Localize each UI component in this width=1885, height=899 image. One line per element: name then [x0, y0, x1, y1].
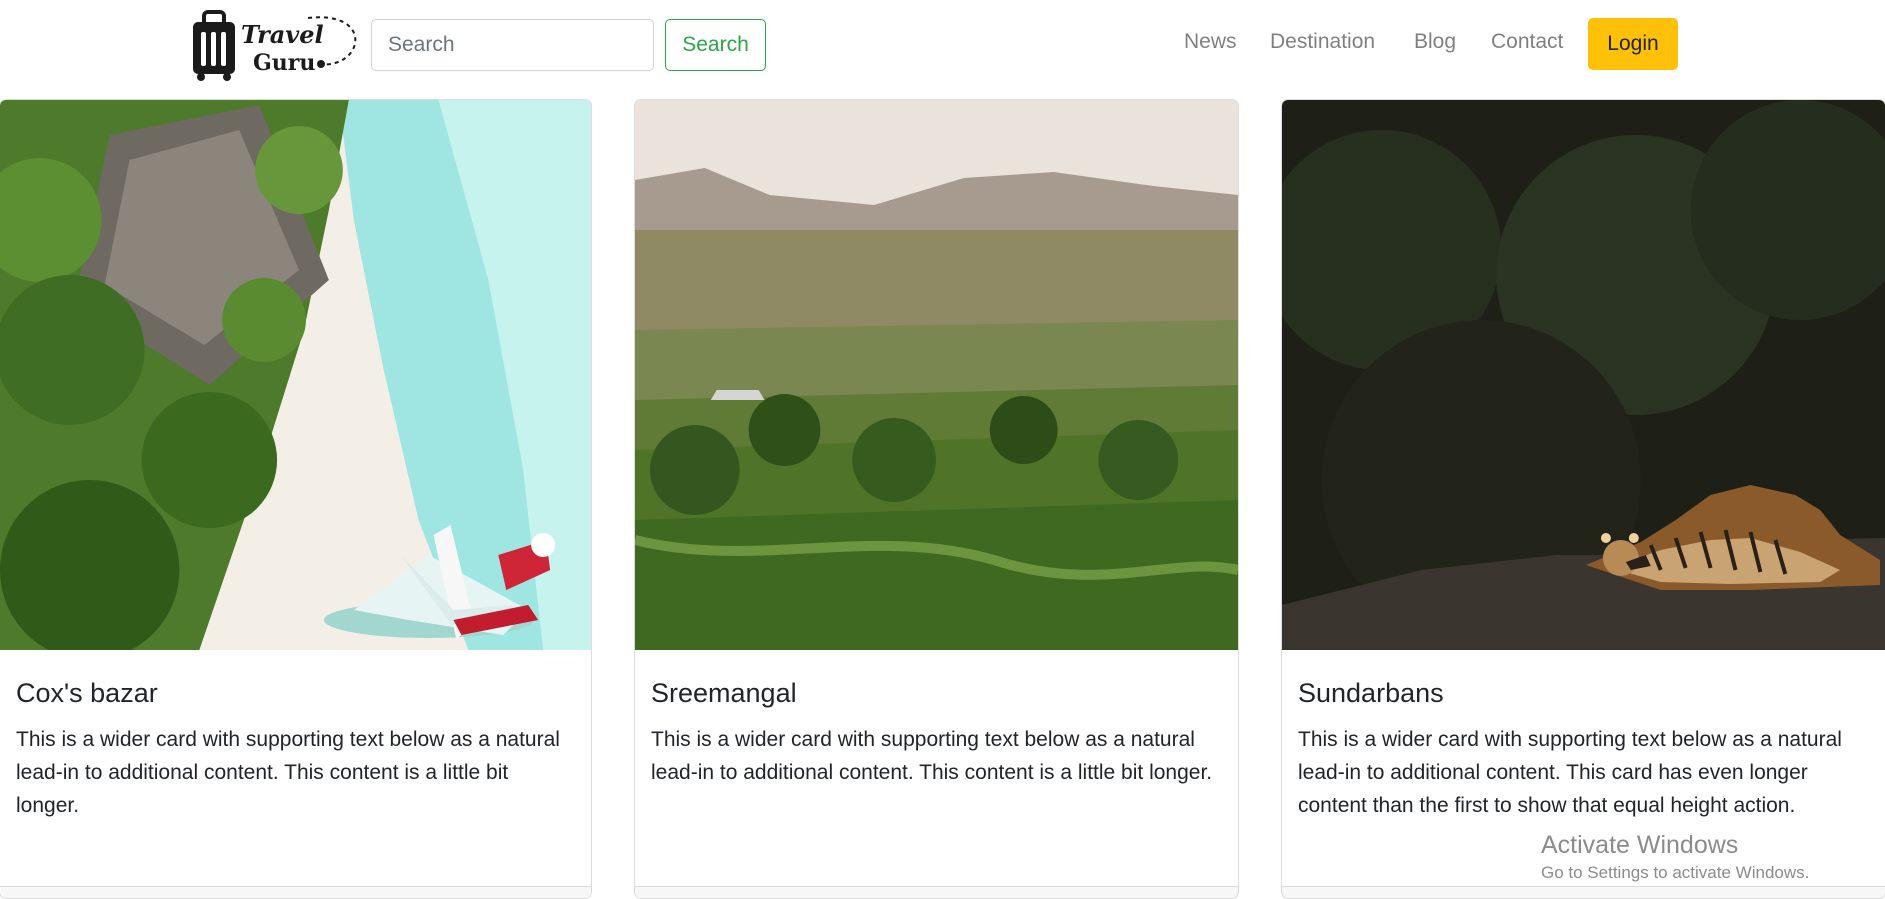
nav-destination[interactable]: Destination [1270, 30, 1375, 54]
card-text: This is a wider card with supporting tex… [16, 728, 560, 817]
card-title: Sreemangal [651, 678, 797, 708]
coxs-bazar-image [0, 100, 591, 650]
card-title: Sundarbans [1298, 678, 1444, 708]
login-button[interactable]: Login [1588, 18, 1678, 70]
nav-news[interactable]: News [1184, 30, 1237, 54]
destination-card[interactable]: Sundarbans This is a wider card with sup… [1281, 99, 1885, 899]
card-footer [1282, 886, 1885, 898]
sreemangal-image [635, 100, 1238, 650]
card-title: Cox's bazar [16, 678, 158, 708]
nav-blog[interactable]: Blog [1414, 30, 1456, 54]
navbar: Travel Guru Search News Destination Blog… [0, 0, 1885, 90]
sundarbans-image [1282, 100, 1885, 650]
card-footer [0, 886, 591, 898]
card-body: Sreemangal This is a wider card with sup… [651, 678, 1222, 789]
card-body: Sundarbans This is a wider card with sup… [1298, 678, 1869, 822]
nav-contact[interactable]: Contact [1491, 30, 1563, 54]
card-body: Cox's bazar This is a wider card with su… [16, 678, 575, 822]
destination-card[interactable]: Cox's bazar This is a wider card with su… [0, 99, 592, 899]
destination-card[interactable]: Sreemangal This is a wider card with sup… [634, 99, 1239, 899]
card-text: This is a wider card with supporting tex… [1298, 728, 1842, 817]
card-footer [635, 886, 1238, 898]
card-text: This is a wider card with supporting tex… [651, 728, 1213, 784]
